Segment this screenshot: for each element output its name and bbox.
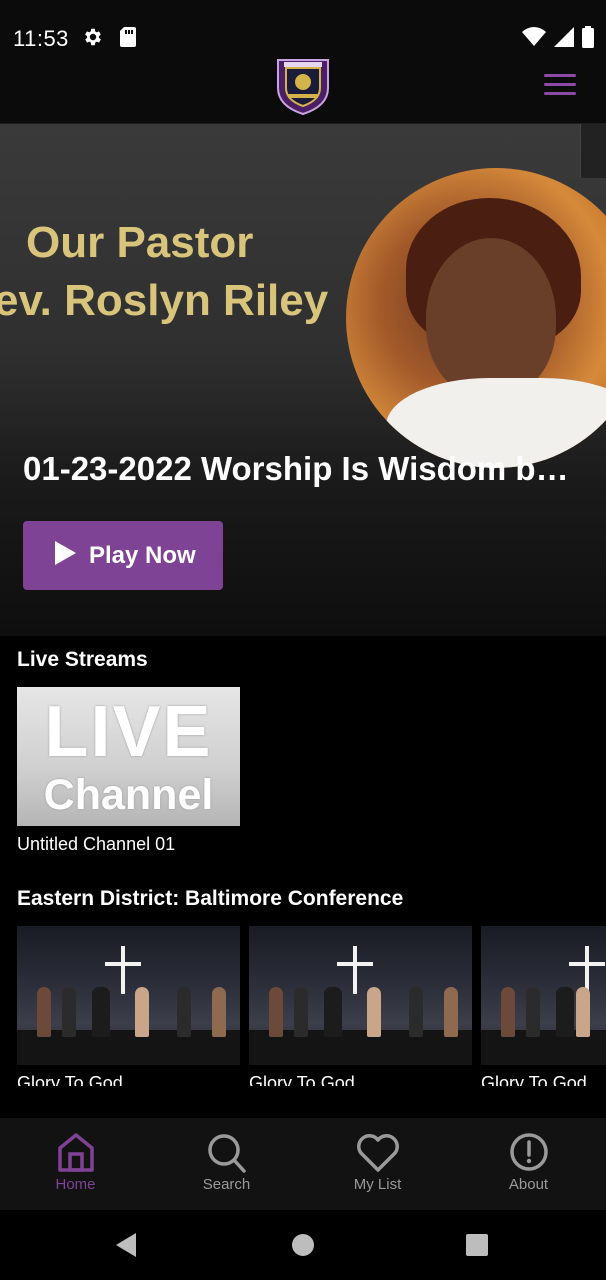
play-now-label: Play Now xyxy=(89,541,196,569)
home-icon xyxy=(57,1133,94,1172)
performer-shape xyxy=(177,987,191,1037)
eastern-district-title: Eastern District: Baltimore Conference xyxy=(17,887,404,910)
performer-shape xyxy=(526,987,540,1037)
live-streams-title: Live Streams xyxy=(17,648,148,671)
video-thumbnail xyxy=(249,926,472,1065)
cell-signal-icon xyxy=(554,27,574,52)
featured-hero[interactable]: Our Pastor ev. Roslyn Riley 01-23-2022 W… xyxy=(0,124,606,636)
nav-search[interactable]: Search xyxy=(151,1118,302,1210)
menu-bar xyxy=(544,92,576,95)
nav-about-label: About xyxy=(508,1176,549,1193)
cross-shape xyxy=(569,962,605,966)
performer-shape xyxy=(62,987,76,1037)
performer-shape xyxy=(37,987,51,1037)
search-icon xyxy=(207,1134,246,1173)
hamburger-menu-button[interactable] xyxy=(544,74,576,96)
nav-home[interactable]: Home xyxy=(0,1118,151,1210)
video-card[interactable]: Glory To God xyxy=(17,926,240,1086)
performer-shape xyxy=(135,987,149,1037)
eastern-district-row[interactable]: Glory To God Glory To God Glory To God xyxy=(17,926,606,1086)
church-crest-logo xyxy=(274,54,332,116)
nav-my-list-label: My List xyxy=(353,1176,402,1193)
live-channel-caption[interactable]: Untitled Channel 01 xyxy=(17,834,175,855)
hero-title: 01-23-2022 Worship Is Wisdom by… xyxy=(23,450,583,487)
home-circle-icon[interactable] xyxy=(291,1232,315,1263)
performer-shape xyxy=(294,987,308,1037)
performer-shape xyxy=(556,987,574,1037)
live-thumb-big-text: LIVE xyxy=(44,692,213,772)
sd-card-icon xyxy=(118,26,138,53)
menu-bar xyxy=(544,83,576,86)
nav-search-label: Search xyxy=(202,1176,251,1193)
hero-banner-text: Our Pastor ev. Roslyn Riley xyxy=(0,214,328,330)
performer-shape xyxy=(444,987,458,1037)
video-caption: Glory To God xyxy=(17,1073,123,1086)
cross-shape xyxy=(105,962,141,966)
nav-my-list[interactable]: My List xyxy=(302,1118,453,1210)
video-thumbnail xyxy=(481,926,606,1065)
recents-icon[interactable] xyxy=(465,1232,489,1263)
next-slide-thumbnail[interactable] xyxy=(580,124,606,178)
menu-bar xyxy=(544,74,576,77)
performer-shape xyxy=(576,987,590,1037)
play-now-button[interactable]: Play Now xyxy=(23,521,223,590)
bottom-navigation: Home Search My List About xyxy=(0,1118,606,1210)
hero-banner-line1: Our Pastor xyxy=(26,218,254,267)
video-card[interactable]: Glory To God xyxy=(249,926,472,1086)
performer-shape xyxy=(501,987,515,1037)
live-channel-thumbnail[interactable]: LIVE Channel xyxy=(17,687,240,826)
heart-icon xyxy=(356,1134,399,1172)
battery-icon xyxy=(582,26,594,53)
cross-shape xyxy=(353,946,357,994)
video-thumbnail xyxy=(17,926,240,1065)
status-time: 11:53 xyxy=(13,26,69,51)
cross-shape xyxy=(121,946,125,994)
video-caption: Glory To God xyxy=(481,1073,587,1086)
performer-shape xyxy=(409,987,423,1037)
video-card[interactable]: Glory To God xyxy=(481,926,606,1086)
live-thumb-small-text: Channel xyxy=(43,771,214,819)
nav-home-label: Home xyxy=(55,1176,96,1193)
video-caption: Glory To God xyxy=(249,1073,355,1086)
performer-shape xyxy=(367,987,381,1037)
photo-face-shape xyxy=(426,238,556,398)
performer-shape xyxy=(324,987,342,1037)
system-navigation-bar xyxy=(0,1210,606,1280)
performer-shape xyxy=(212,987,226,1037)
play-icon xyxy=(53,540,77,571)
cross-shape xyxy=(337,962,373,966)
wifi-icon xyxy=(522,27,546,52)
hero-banner-line2: ev. Roslyn Riley xyxy=(0,276,329,325)
app-header xyxy=(0,59,606,124)
pastor-photo xyxy=(346,168,606,468)
settings-gear-icon xyxy=(82,26,104,53)
info-icon xyxy=(509,1133,548,1171)
performer-shape xyxy=(269,987,283,1037)
nav-about[interactable]: About xyxy=(453,1118,604,1210)
back-icon[interactable] xyxy=(114,1232,138,1263)
performer-shape xyxy=(92,987,110,1037)
